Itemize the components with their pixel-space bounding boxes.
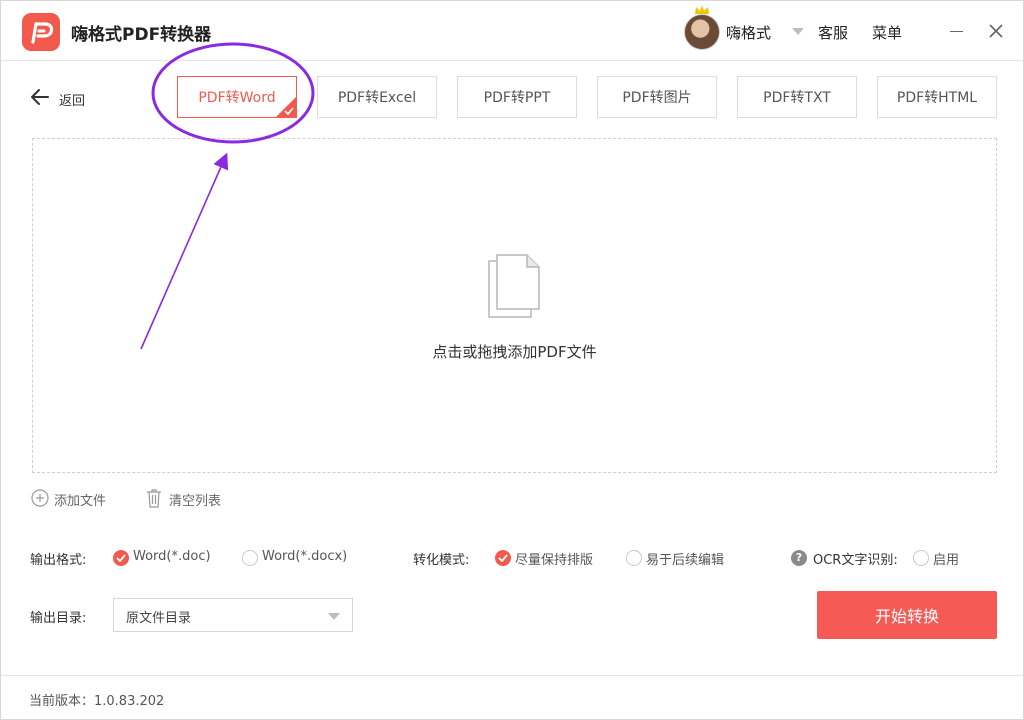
mode-easy-edit-label[interactable]: 易于后续编辑 bbox=[646, 549, 724, 568]
start-convert-button[interactable]: 开始转换 bbox=[817, 591, 997, 639]
drop-hint: 点击或拖拽添加PDF文件 bbox=[432, 343, 597, 361]
tab-label: PDF转Excel bbox=[337, 90, 417, 106]
avatar[interactable] bbox=[684, 14, 720, 50]
format-doc-label[interactable]: Word(*.doc) bbox=[133, 549, 211, 564]
tab-label: PDF转TXT bbox=[763, 90, 831, 106]
mode-keep-layout-label[interactable]: 尽量保持排版 bbox=[515, 549, 593, 568]
plus-circle-icon bbox=[31, 489, 49, 507]
add-file-label: 添加文件 bbox=[54, 494, 107, 509]
conversion-mode-label: 转化模式: bbox=[413, 553, 470, 568]
menu-link[interactable]: 菜单 bbox=[872, 22, 902, 43]
version-label: 当前版本：1.0.83.202 bbox=[29, 694, 165, 709]
minimize-icon[interactable] bbox=[948, 23, 966, 39]
format-doc-radio[interactable] bbox=[113, 550, 129, 566]
status-bar: 当前版本：1.0.83.202 bbox=[1, 675, 1023, 719]
output-dir-value: 原文件目录 bbox=[126, 611, 192, 626]
chevron-down-icon bbox=[328, 613, 340, 620]
tab-pdf-to-ppt[interactable]: PDF转PPT bbox=[457, 76, 577, 118]
ocr-label: OCR文字识别: bbox=[813, 553, 898, 568]
app-window: 嗨格式PDF转换器 嗨格式 客服 菜单 返回 PDF转Word PDF转Exce… bbox=[0, 0, 1024, 720]
arrow-left-icon bbox=[31, 89, 49, 105]
chevron-down-icon[interactable] bbox=[792, 28, 804, 35]
customer-service-link[interactable]: 客服 bbox=[818, 22, 848, 43]
mode-easy-edit-radio[interactable] bbox=[626, 550, 642, 566]
tab-pdf-to-txt[interactable]: PDF转TXT bbox=[737, 76, 857, 118]
tab-pdf-to-excel[interactable]: PDF转Excel bbox=[317, 76, 437, 118]
tab-pdf-to-image[interactable]: PDF转图片 bbox=[597, 76, 717, 118]
tab-label: PDF转HTML bbox=[896, 90, 978, 106]
tab-pdf-to-html[interactable]: PDF转HTML bbox=[877, 76, 997, 118]
mode-keep-layout-radio[interactable] bbox=[495, 550, 511, 566]
output-format-label: 输出格式: bbox=[30, 553, 87, 568]
format-docx-label[interactable]: Word(*.docx) bbox=[262, 549, 347, 564]
tab-label: PDF转Word bbox=[198, 90, 276, 106]
username-label[interactable]: 嗨格式 bbox=[726, 22, 771, 43]
tab-label: PDF转图片 bbox=[622, 90, 692, 106]
ocr-enable-label[interactable]: 启用 bbox=[933, 549, 959, 568]
output-dir-label: 输出目录: bbox=[30, 611, 87, 626]
app-title: 嗨格式PDF转换器 bbox=[71, 25, 212, 45]
trash-icon bbox=[147, 489, 161, 508]
back-label: 返回 bbox=[59, 94, 86, 109]
output-dir-select[interactable]: 原文件目录 bbox=[113, 598, 353, 632]
title-bar: 嗨格式PDF转换器 嗨格式 客服 菜单 bbox=[1, 1, 1023, 61]
tab-pdf-to-word[interactable]: PDF转Word bbox=[177, 76, 297, 118]
app-logo-icon bbox=[22, 13, 60, 51]
close-icon[interactable] bbox=[986, 21, 1006, 41]
file-drop-zone[interactable]: 点击或拖拽添加PDF文件 bbox=[32, 138, 997, 473]
document-icon bbox=[488, 254, 540, 318]
help-icon[interactable]: ? bbox=[791, 550, 807, 566]
clear-list-label: 清空列表 bbox=[169, 494, 222, 509]
tab-label: PDF转PPT bbox=[483, 90, 551, 106]
format-docx-radio[interactable] bbox=[242, 550, 258, 566]
ocr-enable-radio[interactable] bbox=[913, 550, 929, 566]
check-icon bbox=[284, 107, 294, 115]
